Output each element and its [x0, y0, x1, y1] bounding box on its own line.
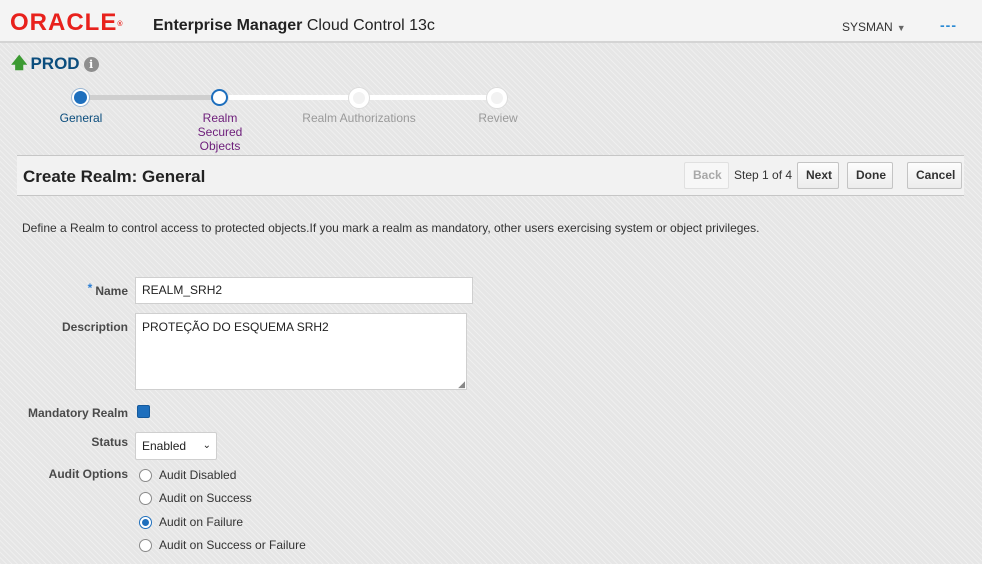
user-name: SYSMAN [842, 20, 893, 34]
app-title-bold: Enterprise Manager [153, 17, 303, 34]
info-icon[interactable]: i [83, 56, 99, 72]
radio-audit-on-success-or-failure[interactable] [139, 539, 152, 552]
radio-label-audit-disabled[interactable]: Audit Disabled [159, 468, 236, 482]
next-button[interactable]: Next [797, 162, 839, 189]
app-title-rest: Cloud Control 13c [306, 17, 435, 34]
audit-options-label: Audit Options [48, 467, 128, 481]
name-input[interactable]: REALM_SRH2 [135, 277, 473, 304]
train-connector-1 [88, 95, 213, 100]
status-selected-value: Enabled [142, 439, 187, 453]
up-arrow-icon: 🡅 [11, 55, 28, 72]
target-title: 🡅 PROD i [11, 55, 99, 75]
train-label-review: Review [478, 111, 518, 125]
chevron-down-icon: ▼ [896, 23, 906, 33]
name-label: * Name [87, 281, 128, 298]
radio-audit-disabled[interactable] [139, 469, 152, 482]
train-label-realm-authorizations: Realm Authorizations [302, 111, 416, 125]
app-header: ORACLE® Enterprise Manager Cloud Control… [0, 0, 982, 43]
status-label: Status [91, 435, 128, 449]
description-label: Description [61, 320, 128, 334]
train-stop-realm-secured-objects[interactable] [211, 89, 228, 106]
oracle-logo[interactable]: ORACLE® [10, 10, 124, 36]
done-button[interactable]: Done [847, 162, 893, 189]
chevron-down-icon: ⌄ [202, 440, 211, 451]
train-stop-realm-authorizations [349, 88, 369, 108]
user-menu[interactable]: SYSMAN ▼ [842, 19, 906, 36]
train-label-general[interactable]: General [21, 111, 141, 125]
logo-text: ORACLE [10, 9, 118, 36]
status-select[interactable]: Enabled ⌄ [135, 432, 217, 460]
step-indicator: Step 1 of 4 [734, 168, 793, 182]
back-button[interactable]: Back [684, 162, 729, 189]
page-description: Define a Realm to control access to prot… [22, 221, 760, 235]
resize-handle-icon[interactable]: ◢ [458, 380, 465, 389]
description-value: PROTEÇÃO DO ESQUEMA SRH2 [142, 320, 329, 334]
train-label-realm-secured-objects[interactable]: Realm Secured Objects [160, 111, 280, 153]
more-menu-icon[interactable]: --- [940, 17, 957, 33]
train-stop-general[interactable] [72, 89, 89, 106]
required-marker: * [87, 281, 93, 295]
target-name[interactable]: PROD [30, 55, 79, 73]
description-textarea[interactable]: PROTEÇÃO DO ESQUEMA SRH2 ◢ [135, 313, 467, 390]
radio-audit-on-success[interactable] [139, 492, 152, 505]
train-stop-review [487, 88, 507, 108]
section-header: Create Realm: General Back Step 1 of 4 N… [17, 156, 964, 196]
radio-audit-on-failure[interactable] [139, 516, 152, 529]
cancel-button[interactable]: Cancel [907, 162, 962, 189]
mandatory-realm-label: Mandatory Realm [27, 406, 128, 420]
radio-label-audit-on-failure[interactable]: Audit on Failure [159, 515, 243, 529]
registered-mark: ® [117, 21, 124, 28]
name-label-text: Name [95, 284, 128, 298]
page-title: Create Realm: General [23, 167, 206, 186]
mandatory-realm-checkbox[interactable] [137, 405, 150, 418]
radio-label-audit-on-success[interactable]: Audit on Success [159, 491, 252, 505]
app-title: Enterprise Manager Cloud Control 13c [153, 16, 435, 36]
radio-label-audit-on-success-or-failure[interactable]: Audit on Success or Failure [159, 538, 306, 552]
